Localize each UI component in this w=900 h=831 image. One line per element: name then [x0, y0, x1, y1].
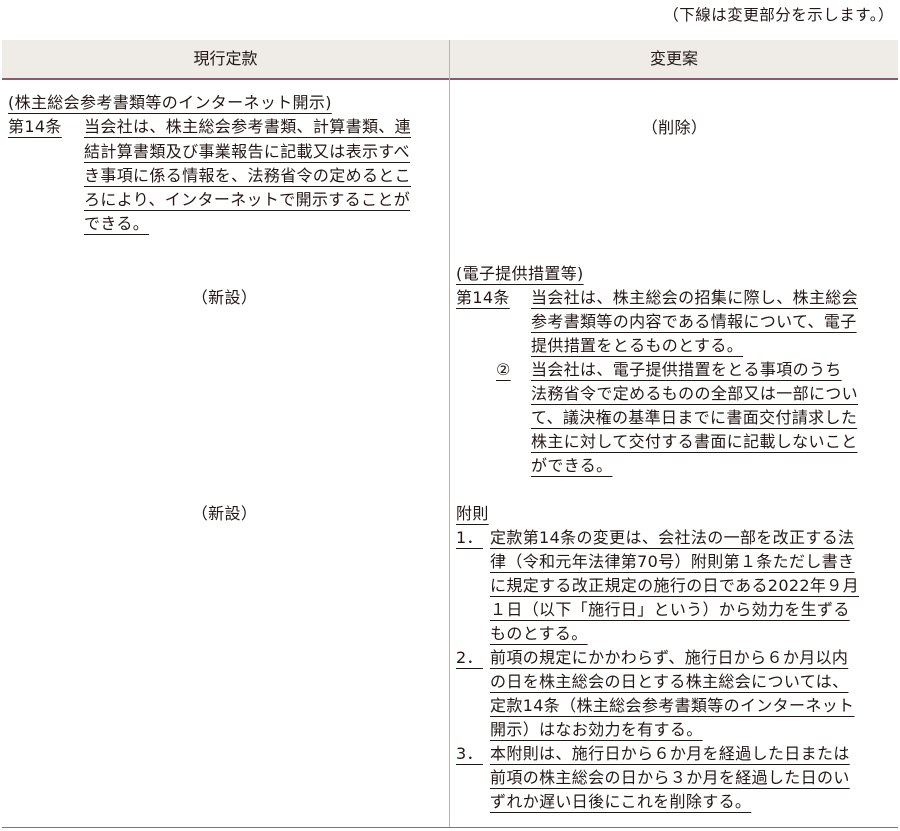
- left-new-1: （新設）: [191, 288, 258, 307]
- table-bottom-rule: [2, 827, 898, 828]
- right-supp-item-line: １日（以下「施行日」という）から効力を生ずる: [490, 600, 850, 619]
- right-supp-item-number: 1．: [456, 528, 483, 547]
- table-header: 現行定款 変更案: [2, 40, 898, 80]
- left-art14-line: き事項に係る情報を、法務省令の定めるとこ: [84, 166, 412, 185]
- left-new-2: （新設）: [191, 504, 258, 523]
- right-para2-line: 株主に対して交付する書面に記載しないこと: [531, 432, 858, 451]
- right-para2-line: ができる。: [531, 456, 613, 475]
- right-deleted: （削除）: [641, 118, 708, 137]
- right-art14-line: 当会社は、株主総会の招集に際し、株主総会: [531, 288, 859, 307]
- right-para2-label: ②: [496, 360, 511, 379]
- right-supp-item-number: 2．: [456, 648, 483, 667]
- right-supp-item-line: ずれか遅い日後にこれを削除する。: [490, 792, 752, 811]
- right-art14-line: 参考書類等の内容である情報について、電子: [531, 312, 857, 331]
- right-art14-line: 提供措置をとるものとする。: [531, 336, 744, 355]
- right-supp-item-line: ものとする。: [490, 624, 588, 643]
- right-para2-line: 法務省令で定めるものの全部又は一部につい: [531, 384, 859, 403]
- right-supp-item-number: 3．: [456, 744, 483, 763]
- left-art14-line: できる。: [84, 214, 150, 233]
- left-art14-line: 結計算書類及び事業報告に記載又は表示すべ: [84, 142, 410, 161]
- left-art14-line: 当会社は、株主総会参考書類、計算書類、連: [84, 117, 412, 136]
- right-supp-item-line: 本附則は、施行日から６か月を経過した日または: [490, 744, 850, 763]
- right-supp-item-line: 定款14条（株主総会参考書類等のインターネット: [490, 696, 855, 715]
- left-art14-heading: (株主総会参考書類等のインターネット開示): [8, 93, 332, 112]
- right-supp-item-line: 前項の規定にかかわらず、施行日から６か月以内: [490, 648, 849, 667]
- right-supp-item-line: に規定する改正規定の施行の日である2022年９月: [490, 576, 859, 595]
- right-supp-item-line: の日を株主総会の日とする株主総会については、: [490, 672, 849, 691]
- column-divider: [449, 40, 450, 827]
- left-art14-label: 第14条: [8, 117, 62, 136]
- right-art14-label: 第14条: [456, 288, 510, 307]
- right-supp-heading: 附則: [456, 504, 489, 523]
- header-proposed-changes: 変更案: [649, 49, 698, 68]
- right-supp-item-line: 定款第14条の変更は、会社法の一部を改正する法: [490, 528, 855, 547]
- right-supp-item-line: 開示）はなお効力を有する。: [490, 720, 703, 739]
- left-art14-line: ろにより、インターネットで開示することが: [84, 190, 411, 209]
- right-supp-item-line: 律（令和元年法律第70号）附則第１条ただし書き: [490, 552, 855, 571]
- header-current-articles: 現行定款: [193, 49, 258, 68]
- right-art14-heading: (電子提供措置等): [456, 264, 584, 283]
- right-para2-line: て、議決権の基準日までに書面交付請求した: [531, 408, 858, 427]
- change-note: （下線は変更部分を示します。）: [663, 6, 894, 24]
- right-para2-line: 当会社は、電子提供措置をとる事項のうち: [531, 360, 842, 379]
- right-supp-item-line: 前項の株主総会の日から３か月を経過した日のい: [490, 768, 850, 787]
